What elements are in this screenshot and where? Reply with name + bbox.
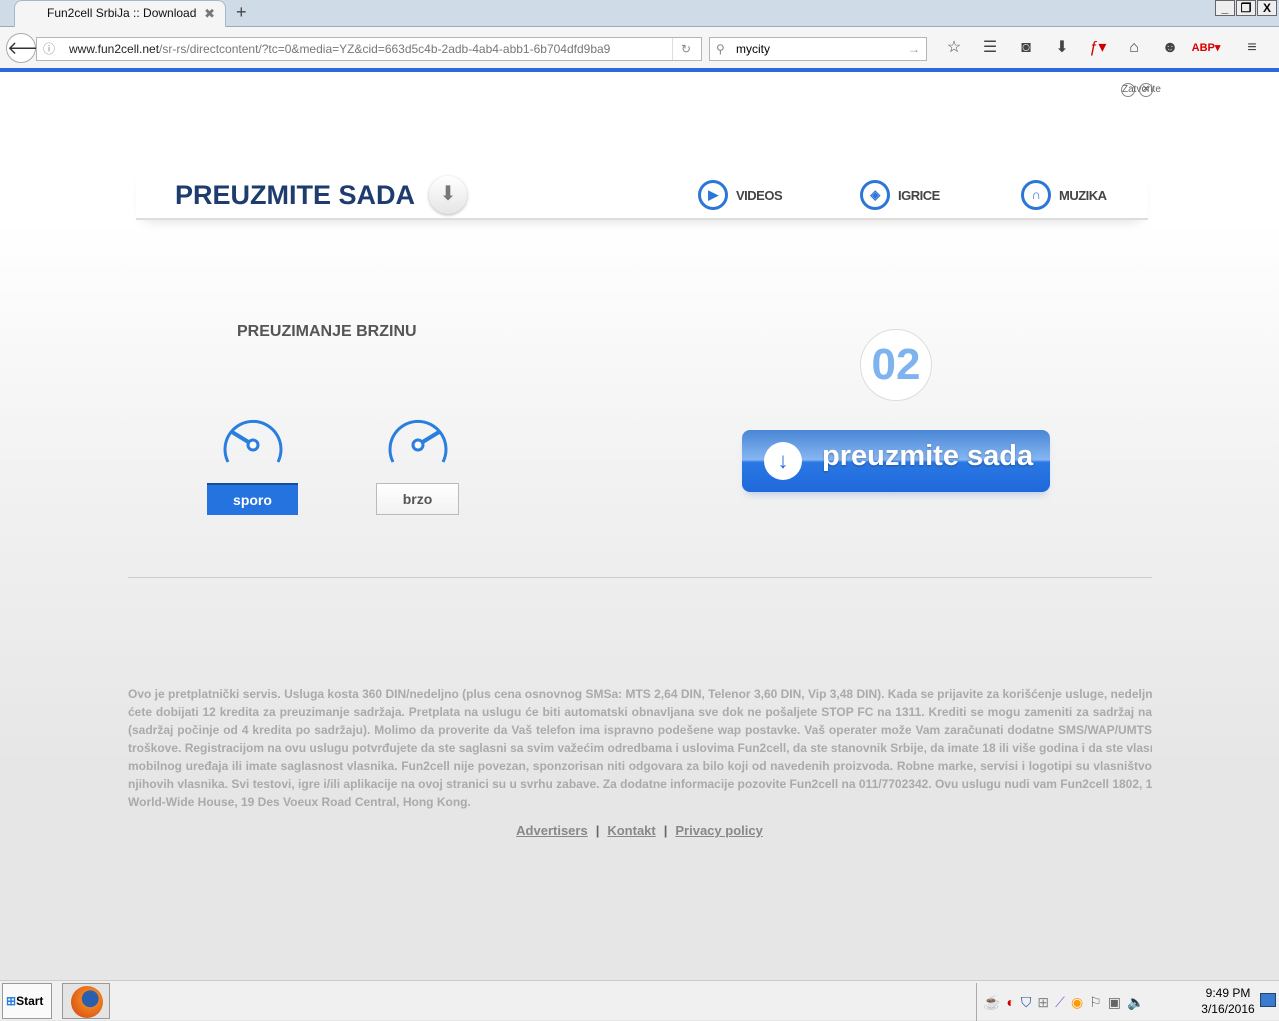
speed-title: PREUZIMANJE BRZINU xyxy=(237,323,417,340)
reading-list-icon[interactable]: ☰ xyxy=(972,37,1008,59)
legal-line: mobilnog uređaja ili imate saglasnost vl… xyxy=(128,759,1152,773)
separator: | xyxy=(663,823,668,838)
firefox-taskbar-button[interactable] xyxy=(62,983,110,1019)
nav-toolbar: 🡐 ⓘ www.fun2cell.net/sr-rs/directcontent/… xyxy=(0,27,1279,69)
flash-icon[interactable]: ƒ▾ xyxy=(1080,37,1116,59)
reload-icon[interactable]: ↻ xyxy=(671,38,691,60)
game-icon: ◈ xyxy=(860,180,890,210)
home-icon[interactable]: ⌂ xyxy=(1116,37,1152,59)
windows-logo-icon: ⊞ xyxy=(6,994,17,1008)
chat-icon[interactable]: ☻ xyxy=(1152,37,1188,59)
restore-button[interactable]: ❐ xyxy=(1236,0,1256,16)
back-button[interactable]: 🡐 xyxy=(6,33,55,63)
close-icon: ✕ xyxy=(1139,83,1153,97)
play-icon: ▶ xyxy=(698,180,728,210)
clock[interactable]: 9:49 PM 3/16/2016 xyxy=(1200,985,1256,1017)
speed-slow-button[interactable]: sporo xyxy=(207,483,298,515)
new-tab-button[interactable]: + xyxy=(236,2,247,23)
start-button[interactable]: ⊞Start xyxy=(2,983,52,1019)
url-path: /sr-rs/directcontent/?tc=0&media=YZ&cid=… xyxy=(159,42,611,56)
download-arrow-icon: ↓ xyxy=(764,442,802,480)
search-icon: ⚲ xyxy=(716,42,725,56)
avast-icon[interactable]: ◉ xyxy=(1071,994,1083,1011)
feather-icon[interactable]: ⟋ xyxy=(1055,994,1065,1011)
advertisers-link[interactable]: Advertisers xyxy=(516,823,588,838)
close-window-button[interactable]: X xyxy=(1257,0,1277,16)
kontakt-link[interactable]: Kontakt xyxy=(607,823,655,838)
url-bar[interactable]: ⓘ www.fun2cell.net/sr-rs/directcontent/?t… xyxy=(36,37,702,61)
slow-gauge-icon xyxy=(223,419,283,463)
divider xyxy=(128,577,1152,578)
headphones-icon: ∩ xyxy=(1021,180,1051,210)
start-label: Start xyxy=(16,994,44,1008)
privacy-policy-link[interactable]: Privacy policy xyxy=(675,823,762,838)
ccleaner-icon[interactable]: ◐ xyxy=(1006,994,1014,1010)
tab-title: Fun2cell SrbiJa :: Download xyxy=(47,6,197,20)
clock-time: 9:49 PM xyxy=(1205,986,1251,1000)
search-value: mycity xyxy=(736,42,770,56)
legal-line: troškove. Registracijom na ovu uslugu po… xyxy=(128,741,1152,755)
legal-line: (sadržaj počinje od 4 kredita po sadržaj… xyxy=(128,723,1152,737)
legal-line: njihovih vlasnika. Svi testovi, igre i/i… xyxy=(128,777,1152,791)
page-header: PREUZMITE SADA ⬇ ▶ VIDEOS ◈ IGRICE ∩ MUZIKA xyxy=(136,164,1148,220)
nav-label: VIDEOS xyxy=(736,187,783,203)
download-icon[interactable]: ⬇ xyxy=(429,176,467,214)
search-input[interactable]: ⚲ mycity → xyxy=(709,37,927,61)
footer-links: Advertisers | Kontakt | Privacy policy xyxy=(0,823,1279,838)
menu-icon[interactable]: ≡ xyxy=(1234,37,1270,59)
nav-igrice[interactable]: ◈ IGRICE xyxy=(860,180,940,210)
search-go-icon[interactable]: → xyxy=(908,38,920,60)
nav-label: IGRICE xyxy=(898,187,940,203)
info-icon[interactable]: ⓘ xyxy=(43,38,55,60)
speed-fast-button[interactable]: brzo xyxy=(376,483,459,515)
countdown-counter: 02 xyxy=(860,329,932,401)
show-desktop-icon[interactable] xyxy=(1260,993,1276,1007)
firefox-icon xyxy=(71,986,103,1018)
shield-icon[interactable]: ⛉ xyxy=(1021,994,1032,1011)
nav-videos[interactable]: ▶ VIDEOS xyxy=(698,180,783,210)
flag-icon[interactable]: ⚐ xyxy=(1089,994,1102,1011)
title-bar: Fun2cell SrbiJa :: Download ✖ + _ ❐ X xyxy=(0,0,1279,28)
nav-muzika[interactable]: ∩ MUZIKA xyxy=(1021,180,1107,210)
url-host: www.fun2cell.net xyxy=(69,42,160,56)
close-link[interactable]: Zatvorite✕ xyxy=(1117,80,1161,97)
legal-line: World-Wide House, 19 Des Voeux Road Cent… xyxy=(128,795,471,809)
volume-icon[interactable]: 🔈 xyxy=(1127,994,1144,1011)
fast-gauge-icon xyxy=(388,419,448,463)
page-title: PREUZMITE SADA xyxy=(175,180,416,210)
adblock-icon[interactable]: ABP▾ xyxy=(1188,37,1224,59)
legal-line: ćete dobijati 12 kredita za preuzimanje … xyxy=(128,705,1152,719)
close-tab-icon[interactable]: ✖ xyxy=(204,6,215,22)
download-button-label: preuzmite sada xyxy=(822,440,1034,472)
pocket-icon[interactable]: ◙ xyxy=(1008,37,1044,59)
browser-tab[interactable]: Fun2cell SrbiJa :: Download ✖ xyxy=(14,0,226,28)
download-icon[interactable]: ⬇ xyxy=(1044,37,1080,59)
windows-icon[interactable]: ⊞ xyxy=(1037,994,1049,1011)
separator: | xyxy=(595,823,600,838)
star-icon[interactable]: ☆ xyxy=(936,37,972,59)
legal-line: Ovo je pretplatnički servis. Usluga kost… xyxy=(128,687,1152,701)
minimize-button[interactable]: _ xyxy=(1215,0,1235,16)
clock-date: 3/16/2016 xyxy=(1201,1002,1255,1016)
network-icon[interactable]: ▣ xyxy=(1108,994,1121,1011)
java-icon[interactable]: ☕ xyxy=(983,994,1000,1011)
nav-label: MUZIKA xyxy=(1059,187,1107,203)
page-content: Zatvorite✕ PREUZMITE SADA ⬇ ▶ VIDEOS ◈ IGR… xyxy=(0,72,1279,978)
download-now-button[interactable]: ↓ preuzmite sada xyxy=(742,430,1050,492)
legal-text: Ovo je pretplatnički servis. Usluga kost… xyxy=(128,685,1152,811)
taskbar: ⊞Start ☕ ◐ ⛉ ⊞ ⟋ ◉ ⚐ ▣ 🔈 9:49 PM 3/16/2016 xyxy=(0,980,1279,1021)
close-label: Zatvorite xyxy=(1121,83,1161,97)
